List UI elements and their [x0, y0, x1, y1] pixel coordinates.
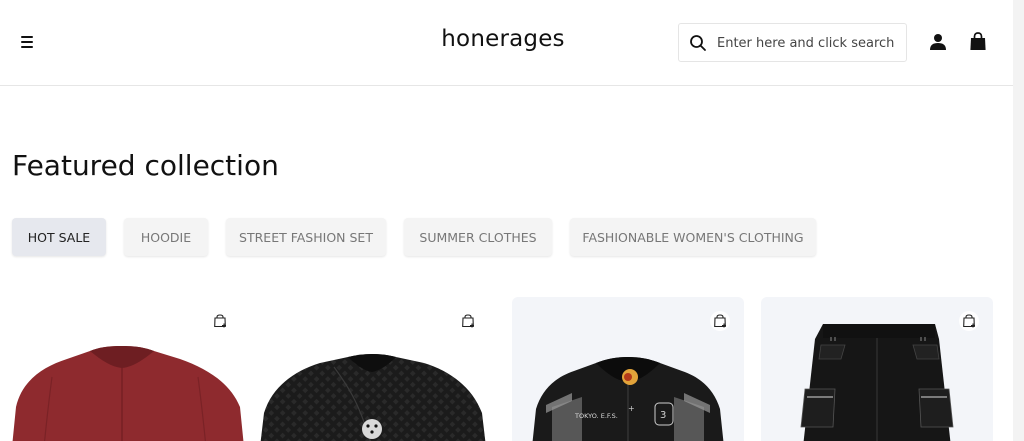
tab-hot-sale[interactable]: HOT SALE	[12, 218, 106, 256]
shopping-bag-icon[interactable]	[969, 32, 987, 51]
user-icon[interactable]	[929, 33, 947, 51]
tab-summer-clothes[interactable]: SUMMER CLOTHES	[404, 218, 552, 256]
site-header: honerages	[0, 0, 1024, 86]
search-box[interactable]	[678, 23, 907, 62]
svg-text:+: +	[628, 404, 635, 413]
add-to-cart-icon[interactable]	[210, 311, 230, 331]
menu-icon[interactable]	[18, 32, 38, 52]
product-card[interactable]	[761, 297, 993, 441]
search-icon[interactable]	[689, 34, 707, 52]
product-card[interactable]	[260, 297, 492, 441]
tab-hoodie[interactable]: HOODIE	[124, 218, 208, 256]
search-input[interactable]	[717, 31, 901, 55]
section-title: Featured collection	[12, 149, 279, 182]
product-grid: TOKYO. E.F.S. + 3	[12, 297, 1002, 441]
page-scrollbar[interactable]	[1013, 0, 1024, 441]
product-card[interactable]: TOKYO. E.F.S. + 3	[512, 297, 744, 441]
site-logo[interactable]: honerages	[430, 26, 576, 52]
tab-street-fashion-set[interactable]: STREET FASHION SET	[226, 218, 386, 256]
add-to-cart-icon[interactable]	[458, 311, 478, 331]
product-card[interactable]	[12, 297, 244, 441]
jacket-badge-number: 3	[660, 410, 666, 421]
jacket-print-text: TOKYO. E.F.S.	[574, 412, 618, 420]
add-to-cart-icon[interactable]	[959, 311, 979, 331]
add-to-cart-icon[interactable]	[710, 311, 730, 331]
tab-fashionable-womens-clothing[interactable]: FASHIONABLE WOMEN'S CLOTHING	[570, 218, 816, 256]
